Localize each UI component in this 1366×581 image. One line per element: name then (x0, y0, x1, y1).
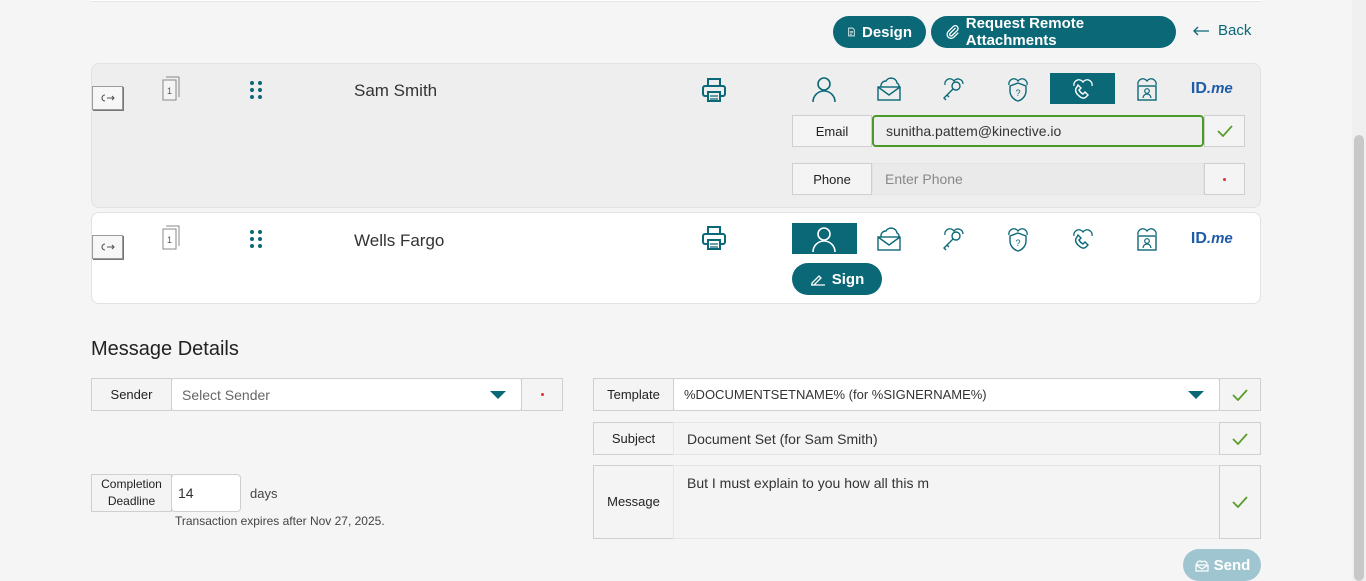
key-icon (943, 77, 965, 100)
auth-idme[interactable]: ID.me (1180, 223, 1245, 254)
subject-label: Subject (593, 422, 674, 455)
sign-button[interactable]: Sign (792, 263, 882, 295)
shield-question-icon: ? (1008, 77, 1028, 102)
cloud-email-icon (877, 226, 901, 251)
top-divider (90, 0, 1262, 2)
id-card-icon (1137, 227, 1158, 251)
phone-label: Phone (792, 163, 872, 195)
chevron-down-icon[interactable] (1188, 391, 1204, 399)
phone-icon (1072, 78, 1093, 99)
sign-in-arrow-icon (101, 94, 115, 102)
signer-name: Sam Smith (354, 81, 438, 100)
request-remote-attachments-button[interactable]: Request Remote Attachments (931, 15, 1176, 49)
design-label: Design (861, 23, 912, 41)
auth-id-card[interactable] (1115, 73, 1180, 104)
signer-name: Wells Fargo (354, 231, 445, 250)
template-select[interactable]: %DOCUMENTSETNAME% (for %SIGNERNAME%) (673, 378, 1220, 411)
svg-text:?: ? (1016, 238, 1021, 248)
sign-label: Sign (831, 270, 865, 288)
back-label: Back (1218, 22, 1252, 39)
request-label: Request Remote Attachments (965, 15, 1085, 49)
auth-id-card[interactable] (1115, 223, 1180, 254)
chevron-down-icon[interactable] (490, 391, 506, 399)
expiration-text: Transaction expires after Nov 27, 2025. (175, 514, 385, 528)
email-row: Email sunitha.pattem@kinective.io (792, 115, 1245, 147)
sign-in-arrow-icon (101, 243, 115, 251)
doc-count: 1 (167, 235, 172, 245)
email-field[interactable]: sunitha.pattem@kinective.io (872, 115, 1204, 147)
auth-phone[interactable] (1050, 73, 1115, 104)
expand-signer-button[interactable] (92, 86, 123, 110)
expand-signer-button[interactable] (92, 235, 123, 259)
days-label: days (250, 486, 278, 501)
send-icon (1195, 560, 1209, 572)
email-valid-check (1204, 115, 1245, 147)
send-button[interactable]: Send (1183, 549, 1261, 581)
printer-icon[interactable] (701, 77, 727, 103)
arrow-left-icon (1193, 26, 1209, 35)
svg-text:?: ? (1016, 88, 1021, 98)
person-icon (812, 76, 837, 102)
email-label: Email (792, 115, 872, 147)
check-icon (1216, 125, 1233, 137)
auth-person[interactable] (792, 223, 857, 254)
auth-methods: ? ID.me (792, 73, 1244, 104)
message-details-title: Message Details (91, 338, 239, 360)
phone-row: Phone Enter Phone (792, 163, 1245, 195)
check-icon (1232, 432, 1248, 445)
auth-email[interactable] (857, 73, 922, 104)
sender-required-indicator (521, 378, 563, 411)
idme-logo: ID.me (1190, 229, 1233, 247)
subject-field[interactable]: Document Set (for Sam Smith) (673, 422, 1220, 455)
key-icon (943, 227, 965, 250)
auth-phone[interactable] (1050, 223, 1115, 254)
phone-required-indicator (1204, 163, 1245, 195)
template-valid-check (1219, 378, 1261, 411)
printer-icon[interactable] (701, 225, 727, 251)
message-textarea[interactable]: But I must explain to you how all this m (673, 465, 1220, 539)
paperclip-icon (946, 25, 959, 39)
back-link[interactable]: Back (1192, 22, 1251, 39)
auth-kba[interactable]: ? (986, 223, 1051, 254)
design-button[interactable]: Design (833, 16, 926, 48)
scrollbar-thumb[interactable] (1354, 135, 1364, 581)
phone-icon (1072, 228, 1093, 249)
idme-logo: ID.me (1190, 79, 1233, 97)
subject-valid-check (1219, 422, 1261, 455)
cloud-email-icon (877, 76, 901, 101)
auth-key[interactable] (921, 223, 986, 254)
completion-deadline-input[interactable]: 14 (171, 474, 241, 512)
message-valid-check (1219, 465, 1261, 539)
template-label: Template (593, 378, 674, 411)
required-dot (540, 393, 544, 396)
doc-count: 1 (167, 86, 172, 96)
check-icon (1232, 496, 1248, 508)
auth-key[interactable] (921, 73, 986, 104)
completion-deadline-label: Completion Deadline (91, 474, 172, 512)
drag-handle-icon[interactable] (249, 80, 263, 100)
required-dot (1223, 177, 1226, 181)
auth-methods: ? ID.me (792, 223, 1244, 254)
document-count-icon[interactable]: 1 (160, 76, 182, 102)
sender-select[interactable]: Select Sender (171, 378, 522, 411)
sender-label: Sender (91, 378, 172, 411)
signer-card-sam-smith: 1 Sam Smith ? ID.me Email sunitha.pattem… (91, 63, 1261, 208)
pen-icon (810, 275, 825, 286)
send-label: Send (1213, 556, 1251, 574)
phone-field[interactable]: Enter Phone (872, 163, 1204, 195)
document-icon (848, 27, 855, 37)
auth-person[interactable] (792, 73, 857, 104)
person-icon (812, 226, 837, 252)
drag-handle-icon[interactable] (249, 229, 263, 249)
auth-idme[interactable]: ID.me (1180, 73, 1245, 104)
id-card-icon (1137, 77, 1158, 101)
shield-question-icon: ? (1008, 227, 1028, 252)
check-icon (1232, 388, 1248, 401)
signer-card-wells-fargo: 1 Wells Fargo ? ID.me Sign (91, 212, 1261, 304)
scrollbar[interactable] (1352, 0, 1366, 581)
document-count-icon[interactable]: 1 (160, 225, 182, 251)
auth-email[interactable] (857, 223, 922, 254)
message-label: Message (593, 465, 674, 539)
auth-kba[interactable]: ? (986, 73, 1051, 104)
